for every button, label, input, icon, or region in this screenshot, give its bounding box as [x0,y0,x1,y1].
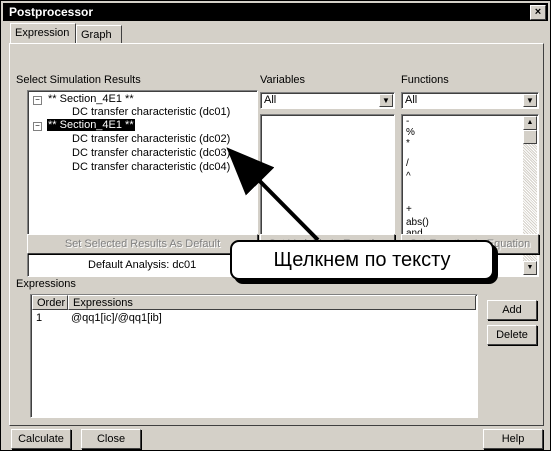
tab-expression[interactable]: Expression [10,23,76,43]
callout-box: Щелкнем по тексту [230,240,494,280]
callout-arrow [226,147,320,242]
